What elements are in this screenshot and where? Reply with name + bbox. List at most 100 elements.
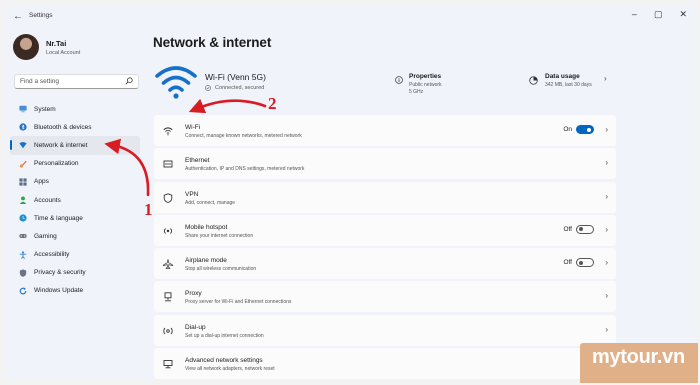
row-subtitle: Stop all wireless communication — [185, 266, 257, 273]
hotspot-icon — [164, 228, 172, 234]
row-subtitle: Add, connect, manage — [185, 199, 236, 206]
connection-header: Wi-Fi (Venn 5G) Connected, secured Prope… — [153, 62, 613, 104]
row-subtitle: Authentication, IP and DNS settings, met… — [185, 166, 305, 173]
row-advanced-network-settings[interactable]: Advanced network settings View all netwo… — [154, 348, 616, 380]
row-subtitle: View all network adapters, network reset — [185, 366, 275, 373]
avatar — [13, 34, 39, 60]
window-controls: – ▢ ✕ — [632, 9, 687, 20]
bluetooth-icon — [19, 123, 27, 131]
monitor-icon — [19, 105, 27, 113]
settings-window: ← Settings – ▢ ✕ Nr.Tai Local Account Sy… — [5, 5, 695, 380]
sidebar-item-gaming[interactable]: Gaming — [10, 227, 140, 245]
profile-name: Nr.Tai — [46, 38, 67, 48]
title-bar: ← Settings – ▢ ✕ — [5, 5, 695, 27]
network-icon — [19, 142, 27, 149]
annotation-step-2: 2 — [268, 94, 277, 113]
chevron-right-icon: › — [605, 125, 608, 134]
row-mobile-hotspot[interactable]: Mobile hotspot Share your internet conne… — [154, 214, 616, 246]
back-icon[interactable]: ← — [13, 11, 23, 22]
airplane-mode-toggle[interactable] — [576, 258, 594, 268]
sidebar-item-apps[interactable]: Apps — [10, 173, 140, 191]
maximize-icon[interactable]: ▢ — [654, 9, 663, 20]
row-title: VPN — [185, 190, 199, 198]
apps-icon — [19, 178, 27, 186]
row-wifi[interactable]: Wi-Fi Connect, manage known networks, me… — [154, 115, 616, 146]
ethernet-icon — [163, 160, 173, 168]
search-input[interactable] — [20, 78, 120, 85]
update-icon — [19, 287, 27, 295]
proxy-icon — [164, 292, 172, 302]
watermark: mytour.vn — [580, 343, 698, 383]
connection-status-text: Connected, secured — [215, 85, 265, 91]
sidebar-item-privacy-security[interactable]: Privacy & security — [10, 264, 140, 282]
wifi-toggle[interactable] — [576, 125, 594, 134]
sidebar-item-network[interactable]: Network & internet — [10, 136, 140, 155]
sidebar-item-accessibility[interactable]: Accessibility — [10, 246, 140, 264]
sidebar-item-label: Bluetooth & devices — [34, 123, 92, 131]
sidebar-item-label: Apps — [34, 178, 49, 186]
sidebar-item-windows-update[interactable]: Windows Update — [10, 282, 140, 300]
sidebar-item-label: Time & language — [34, 214, 83, 222]
row-subtitle: Connect, manage known networks, metered … — [185, 133, 302, 139]
chevron-right-icon[interactable]: › — [604, 74, 607, 83]
check-circle-icon — [205, 85, 211, 91]
info-icon[interactable] — [395, 76, 403, 84]
row-title: Mobile hotspot — [185, 223, 228, 231]
sidebar-item-label: Personalization — [34, 160, 79, 168]
page-title: Network & internet — [153, 35, 272, 50]
chevron-right-icon: › — [605, 158, 608, 168]
vpn-shield-icon — [163, 192, 173, 203]
sidebar-item-system[interactable]: System — [10, 100, 140, 118]
wifi-large-icon — [155, 66, 197, 99]
row-title: Dial-up — [185, 323, 206, 331]
connection-name: Wi-Fi (Venn 5G) — [205, 72, 266, 82]
sidebar-nav: System Bluetooth & devices Network & int… — [10, 100, 140, 300]
accessibility-icon — [19, 250, 27, 259]
sidebar-item-label: System — [34, 105, 56, 113]
data-usage-link[interactable]: Data usage — [545, 73, 580, 80]
window-title: Settings — [29, 12, 53, 19]
row-airplane-mode[interactable]: Airplane mode Stop all wireless communic… — [154, 248, 616, 280]
row-ethernet[interactable]: Ethernet Authentication, IP and DNS sett… — [154, 148, 616, 180]
user-profile[interactable]: Nr.Tai Local Account — [13, 34, 80, 60]
sidebar-item-accounts[interactable]: Accounts — [10, 191, 140, 209]
properties-link[interactable]: Properties — [409, 73, 441, 80]
row-proxy[interactable]: Proxy Proxy server for Wi-Fi and Etherne… — [154, 281, 616, 313]
toggle-state-label: On — [563, 126, 572, 133]
settings-list: Wi-Fi Connect, manage known networks, me… — [154, 115, 616, 380]
sidebar-item-label: Gaming — [34, 232, 57, 240]
connection-status: Connected, secured — [205, 85, 264, 91]
sidebar-item-personalization[interactable]: Personalization — [10, 155, 140, 173]
globe-clock-icon — [19, 214, 27, 222]
chevron-right-icon: › — [605, 191, 608, 201]
chevron-right-icon: › — [605, 291, 608, 301]
sidebar-item-bluetooth[interactable]: Bluetooth & devices — [10, 118, 140, 136]
sidebar-item-label: Privacy & security — [34, 269, 86, 277]
row-subtitle: Share your internet connection — [185, 232, 254, 239]
search-box[interactable] — [14, 74, 139, 89]
toggle-state-label: Off — [563, 225, 572, 233]
sidebar-item-label: Accessibility — [34, 251, 70, 259]
sidebar-item-label: Network & internet — [34, 141, 88, 149]
mobile-hotspot-toggle[interactable] — [576, 224, 594, 234]
properties-band: 5 GHz — [409, 89, 424, 95]
properties-network-type: Public network — [409, 82, 442, 88]
profile-account-type: Local Account — [46, 49, 81, 56]
airplane-icon — [163, 259, 173, 270]
search-icon[interactable] — [125, 77, 133, 85]
row-title: Advanced network settings — [185, 357, 263, 365]
annotation-step-1: 1 — [144, 200, 153, 219]
data-usage-icon[interactable] — [529, 76, 538, 85]
row-title: Ethernet — [185, 157, 210, 165]
close-icon[interactable]: ✕ — [679, 9, 687, 20]
sidebar-item-time-language[interactable]: Time & language — [10, 209, 140, 227]
wifi-icon — [163, 127, 173, 136]
toggle-state-label: Off — [563, 259, 572, 267]
minimize-icon[interactable]: – — [632, 9, 637, 20]
row-subtitle: Set up a dial-up internet connection — [185, 332, 264, 339]
brush-icon — [19, 160, 27, 168]
chevron-right-icon: › — [605, 258, 608, 268]
row-dial-up[interactable]: Dial-up Set up a dial-up internet connec… — [154, 314, 616, 346]
row-vpn[interactable]: VPN Add, connect, manage › — [154, 181, 616, 213]
chevron-right-icon: › — [605, 324, 608, 334]
